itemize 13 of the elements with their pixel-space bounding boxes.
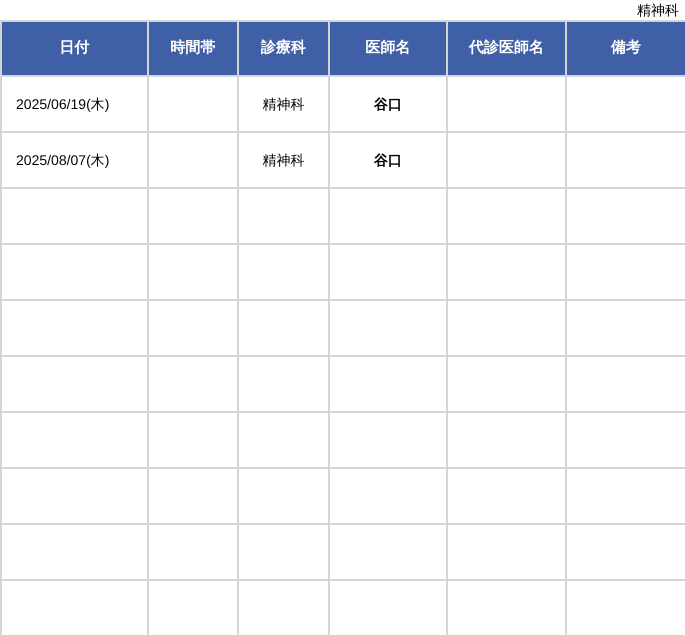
column-header: 時間帯 [148,21,238,76]
table-cell: 精神科 [238,76,329,132]
column-header: 医師名 [329,21,447,76]
table-cell: 精神科 [238,132,329,188]
table-cell: 谷口 [329,76,447,132]
column-header: 備考 [566,21,685,76]
table-cell: 2025/06/19(木) [1,76,148,132]
column-header: 診療科 [238,21,329,76]
table-cell: 2025/08/07(木) [1,132,148,188]
department-label: 精神科 [637,1,679,20]
column-header: 日付 [1,21,148,76]
table-cell: 谷口 [329,132,447,188]
column-header: 代診医師名 [447,21,566,76]
